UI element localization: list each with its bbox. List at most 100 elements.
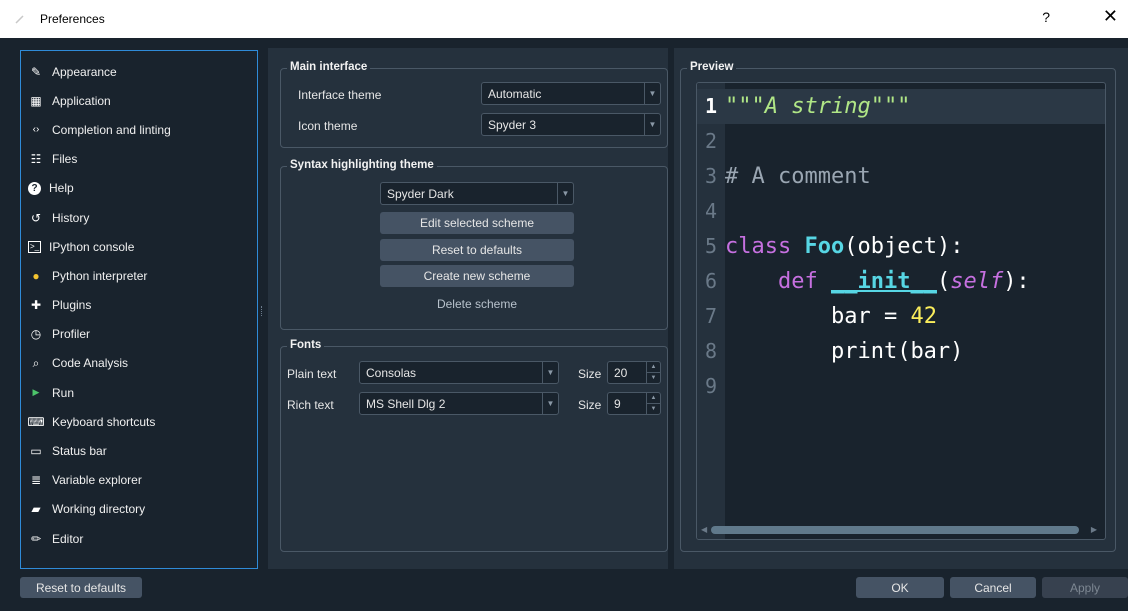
sidebar-item-label: Plugins [52, 298, 92, 313]
interface-theme-select[interactable]: Automatic ▼ [481, 82, 661, 105]
sidebar-item-label: IPython console [49, 239, 135, 254]
puzzle-icon: ✚ [30, 298, 42, 313]
sidebar-item-keyboard-shortcuts[interactable]: ⌨ Keyboard shortcuts [21, 407, 257, 436]
pencil-icon: ✏ [30, 531, 42, 546]
code-line: 8 print(bar) [697, 334, 1105, 369]
spin-arrows[interactable]: ▲ ▼ [646, 362, 660, 383]
chevron-up-icon[interactable]: ▲ [647, 362, 660, 373]
close-button[interactable]: ✕ [1103, 6, 1118, 27]
rich-size-spinbox[interactable]: 9 ▲ ▼ [607, 392, 661, 415]
table-icon: ≣ [30, 473, 42, 488]
code-comment: # A comment [725, 164, 871, 189]
chevron-down-icon[interactable]: ▼ [647, 404, 660, 414]
preferences-sidebar: ✎ Appearance ▦ Application ‹› Completion… [20, 50, 258, 569]
chevron-down-icon: ▼ [557, 183, 573, 204]
rich-text-label: Rich text [287, 398, 334, 412]
code-class-name: Foo [804, 234, 845, 259]
plain-size-spinbox[interactable]: 20 ▲ ▼ [607, 361, 661, 384]
sidebar-item-label: Help [49, 181, 74, 196]
syntax-scheme-select[interactable]: Spyder Dark ▼ [380, 182, 574, 205]
plain-size-label: Size [578, 367, 602, 381]
rich-size-label: Size [578, 398, 602, 412]
sidebar-item-label: Code Analysis [52, 356, 129, 371]
code-keyword: class [725, 234, 792, 259]
rich-size-value: 9 [614, 397, 621, 411]
question-icon: ? [28, 181, 41, 195]
apply-button[interactable]: Apply [1042, 577, 1128, 598]
sidebar-item-help[interactable]: ? Help [21, 174, 257, 203]
code-line: 9 [697, 369, 1105, 404]
sidebar-item-profiler[interactable]: ◷ Profiler [21, 320, 257, 349]
code-text: ( [936, 269, 951, 294]
chevron-down-icon: ▼ [644, 114, 660, 135]
horizontal-scrollbar[interactable]: ◀ ▶ [701, 525, 1097, 535]
stopwatch-icon: ◷ [30, 327, 42, 342]
chevron-down-icon: ▼ [542, 362, 558, 383]
plain-text-font-value: Consolas [366, 366, 417, 380]
sidebar-item-run[interactable]: ▶ Run [21, 378, 257, 407]
code-self: self [950, 269, 1004, 294]
magnifier-icon: ⌕ [32, 355, 40, 370]
sidebar-item-status-bar[interactable]: ▭ Status bar [21, 436, 257, 465]
sidebar-item-plugins[interactable]: ✚ Plugins [21, 291, 257, 320]
reset-to-defaults-button[interactable]: Reset to defaults [20, 577, 142, 598]
sidebar-item-python-interpreter[interactable]: ● Python interpreter [21, 261, 257, 290]
appearance-settings-panel: Main interface Interface theme Automatic… [268, 48, 668, 569]
sidebar-item-label: History [52, 210, 90, 225]
icon-theme-value: Spyder 3 [488, 118, 537, 132]
icon-theme-select[interactable]: Spyder 3 ▼ [481, 113, 661, 136]
create-scheme-button[interactable]: Create new scheme [380, 265, 574, 287]
delete-scheme-button[interactable]: Delete scheme [380, 293, 574, 315]
code-line: 7 bar = 42 [697, 299, 1105, 334]
edit-scheme-button[interactable]: Edit selected scheme [380, 212, 574, 234]
help-button[interactable]: ? [1042, 9, 1050, 25]
reset-scheme-button[interactable]: Reset to defaults [380, 239, 574, 261]
code-preview-editor[interactable]: 1 """A string""" 2 3 # A comment 4 5 class … [696, 82, 1106, 540]
sidebar-item-label: Application [52, 93, 111, 108]
chevron-up-icon[interactable]: ▲ [647, 393, 660, 404]
rich-text-font-select[interactable]: MS Shell Dlg 2 ▼ [359, 392, 559, 415]
sidebar-item-ipython-console[interactable]: >_ IPython console [21, 232, 257, 261]
sidebar-item-label: Completion and linting [52, 122, 171, 137]
spin-arrows[interactable]: ▲ ▼ [646, 393, 660, 414]
sidebar-item-files[interactable]: ☷ Files [21, 145, 257, 174]
group-title: Fonts [287, 339, 325, 351]
sidebar-item-variable-explorer[interactable]: ≣ Variable explorer [21, 466, 257, 495]
sidebar-item-working-directory[interactable]: ▰ Working directory [21, 495, 257, 524]
sidebar-item-completion-linting[interactable]: ‹› Completion and linting [21, 115, 257, 144]
code-text: (object): [844, 234, 964, 259]
ok-button[interactable]: OK [856, 577, 944, 598]
sidebar-item-label: Keyboard shortcuts [52, 414, 156, 429]
code-line: 6 def __init__(self): [697, 264, 1105, 299]
scroll-right-icon[interactable]: ▶ [1091, 525, 1097, 534]
sidebar-item-editor[interactable]: ✏ Editor [21, 524, 257, 553]
history-icon: ↺ [30, 210, 42, 225]
plain-text-font-select[interactable]: Consolas ▼ [359, 361, 559, 384]
scrollbar-thumb[interactable] [711, 526, 1079, 534]
line-number: 6 [704, 269, 718, 293]
interface-theme-value: Automatic [488, 87, 542, 101]
sidebar-item-label: Working directory [52, 502, 146, 517]
sidebar-item-label: Python interpreter [52, 268, 148, 283]
cancel-button[interactable]: Cancel [950, 577, 1036, 598]
chevron-down-icon: ▼ [542, 393, 558, 414]
line-number: 8 [704, 339, 718, 363]
sidebar-item-history[interactable]: ↺ History [21, 203, 257, 232]
sidebar-item-application[interactable]: ▦ Application [21, 86, 257, 115]
plain-size-value: 20 [614, 366, 628, 380]
sidebar-item-label: Variable explorer [52, 473, 142, 488]
sidebar-item-label: Appearance [52, 64, 117, 79]
main-interface-group: Main interface Interface theme Automatic… [280, 61, 668, 148]
code-line: 2 [697, 124, 1105, 159]
line-number: 1 [704, 94, 718, 118]
chevron-down-icon[interactable]: ▼ [647, 373, 660, 383]
interface-theme-label: Interface theme [298, 88, 382, 102]
sidebar-item-appearance[interactable]: ✎ Appearance [21, 57, 257, 86]
sidebar-item-code-analysis[interactable]: ⌕ Code Analysis [21, 349, 257, 378]
line-number: 9 [704, 374, 718, 398]
code-text: print(bar) [830, 339, 964, 364]
scroll-left-icon[interactable]: ◀ [701, 525, 707, 534]
splitter-handle[interactable] [261, 306, 263, 316]
group-title: Preview [687, 61, 737, 73]
rich-text-font-value: MS Shell Dlg 2 [366, 397, 446, 411]
